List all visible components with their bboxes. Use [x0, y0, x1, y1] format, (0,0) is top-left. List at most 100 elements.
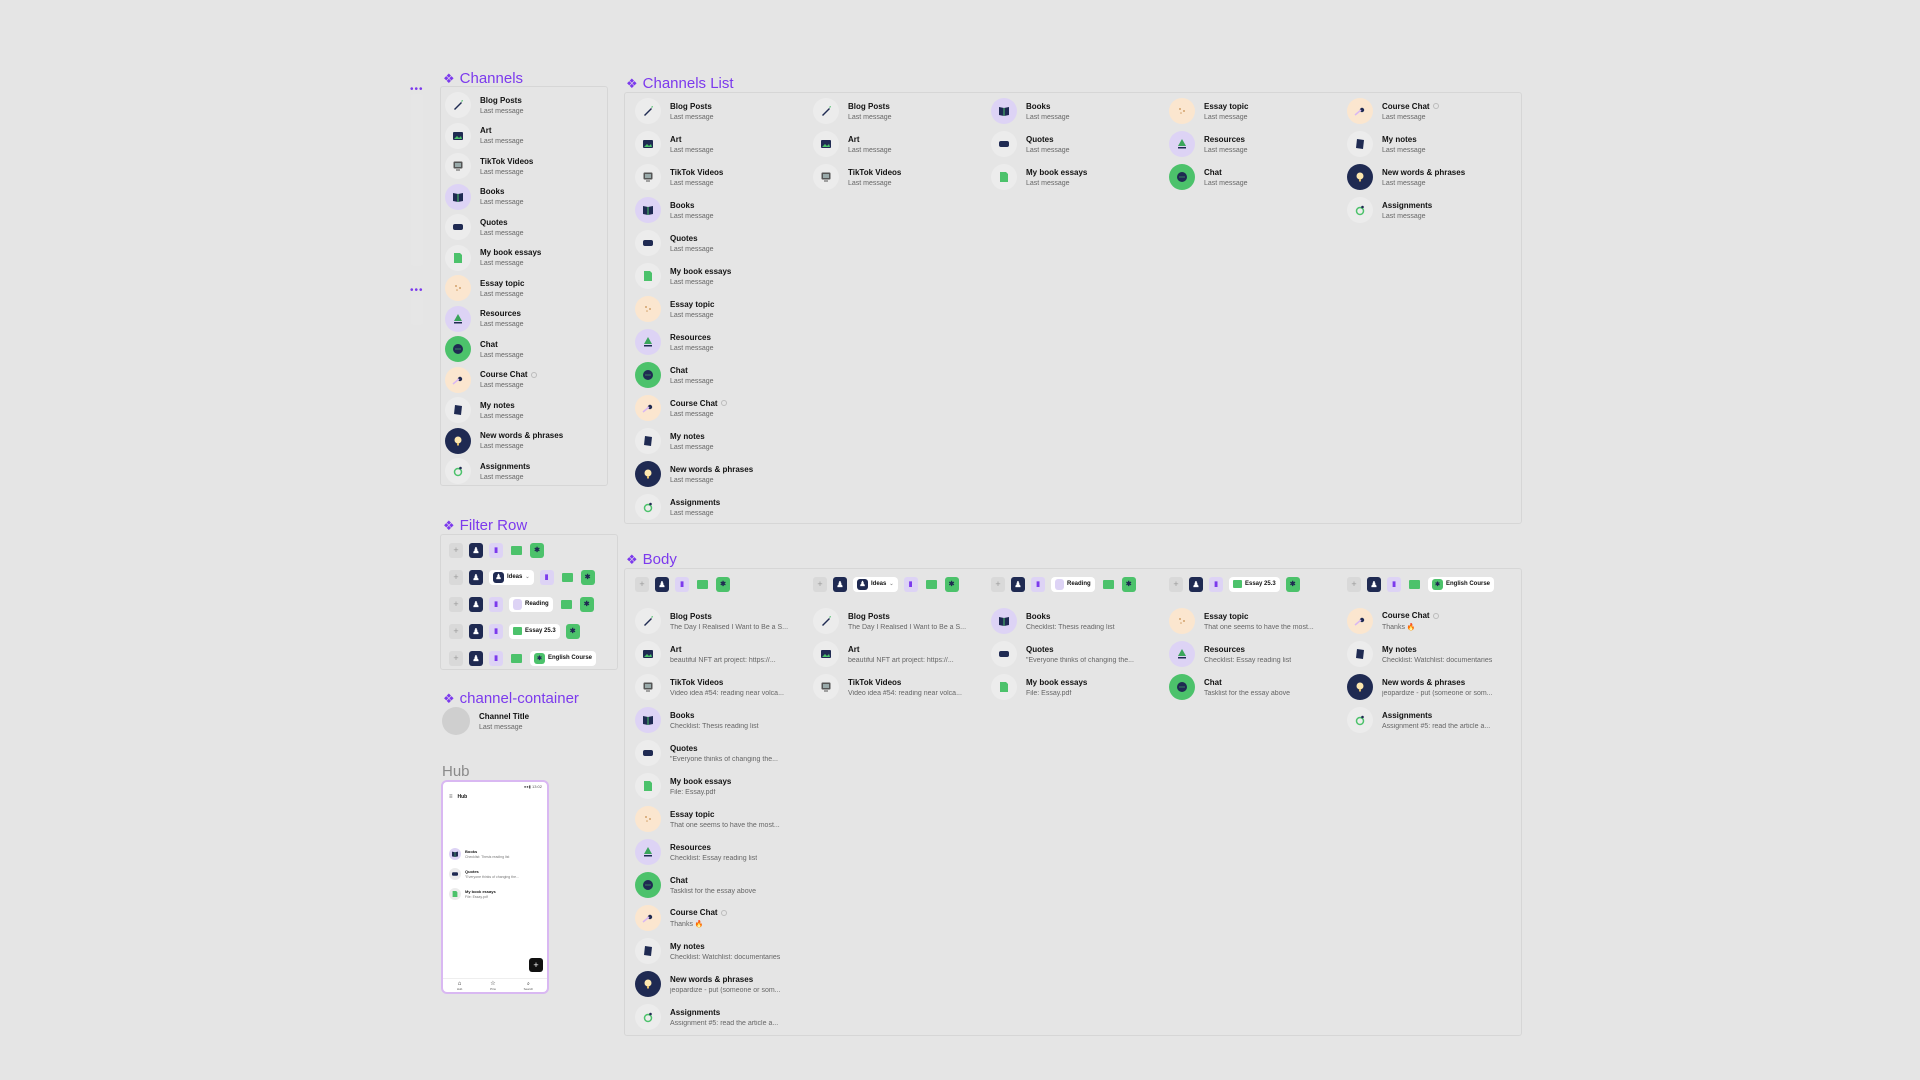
filter-green-chip[interactable]: ✱	[1121, 576, 1136, 592]
list-col4-row-10[interactable]: My notes Last message	[1347, 129, 1426, 159]
body-col0-row-3[interactable]: Books Checklist: Thesis reading list	[635, 705, 759, 735]
body-col0-row-7[interactable]: Resources Checklist: Essay reading list	[635, 837, 757, 867]
filter-lavender-chip[interactable]: ▮	[675, 576, 689, 592]
list-col0-row-1[interactable]: Art Last message	[635, 129, 714, 159]
channels-row-4[interactable]: Quotes Last message	[445, 212, 524, 242]
body-col0-row-12[interactable]: Assignments Assignment #5: read the arti…	[635, 1002, 778, 1032]
add-filter-button[interactable]: +	[813, 576, 827, 592]
filter-doc-chip[interactable]	[1407, 577, 1422, 592]
body-col0-row-10[interactable]: My notes Checklist: Watchlist: documenta…	[635, 936, 780, 966]
hub-list-item[interactable]: My book essays File: Essay.pdf	[449, 888, 496, 900]
list-col4-row-11[interactable]: New words & phrases Last message	[1347, 162, 1465, 192]
list-col2-row-5[interactable]: My book essays Last message	[991, 162, 1087, 192]
channels-row-3[interactable]: Books Last message	[445, 182, 524, 212]
filter-green-chip[interactable]: ✱	[1285, 576, 1300, 592]
filter-doc-chip[interactable]	[695, 577, 710, 592]
list-col0-row-0[interactable]: Blog Posts Last message	[635, 96, 714, 126]
list-col3-row-6[interactable]: Essay topic Last message	[1169, 96, 1248, 126]
channels-row-1[interactable]: Art Last message	[445, 121, 524, 151]
body-col0-row-1[interactable]: Art beautiful NFT art project: https://.…	[635, 639, 776, 669]
channels-row-5[interactable]: My book essays Last message	[445, 243, 541, 273]
list-col1-row-2[interactable]: TikTok Videos Last message	[813, 162, 901, 192]
body-col0-row-4[interactable]: Quotes "Everyone thinks of changing the.…	[635, 738, 778, 768]
body-col0-row-9[interactable]: Course Chat Thanks 🔥	[635, 903, 727, 933]
filter-lavender-chip[interactable]: ▮	[539, 569, 554, 585]
list-col0-row-3[interactable]: Books Last message	[635, 195, 714, 225]
filter-lavender-chip[interactable]: ▮	[1031, 576, 1045, 592]
filter-lavender-chip[interactable]: ▮	[489, 542, 503, 558]
list-col0-row-9[interactable]: Course Chat Last message	[635, 393, 727, 423]
filter-person-chip[interactable]: ♟	[469, 542, 483, 558]
list-col0-row-7[interactable]: Resources Last message	[635, 327, 714, 357]
body-col4-row-12[interactable]: Assignments Assignment #5: read the arti…	[1347, 705, 1490, 735]
list-col4-row-12[interactable]: Assignments Last message	[1347, 195, 1432, 225]
list-col0-row-5[interactable]: My book essays Last message	[635, 261, 731, 291]
list-col0-row-4[interactable]: Quotes Last message	[635, 228, 714, 258]
hub-list-item[interactable]: Books Checklist: Thesis reading list	[449, 848, 509, 860]
filter-green-chip[interactable]: ✱	[565, 623, 580, 639]
filter-doc-chip[interactable]	[1101, 577, 1116, 592]
filter-green-chip[interactable]: ✱	[716, 576, 730, 592]
filter-doc-chip[interactable]	[924, 577, 939, 592]
body-col0-row-8[interactable]: Chat Tasklist for the essay above	[635, 870, 756, 900]
filter-ideas-chip[interactable]: ♟ Ideas ⌄	[853, 576, 898, 592]
nav-hub[interactable]: ⌂ Hub	[457, 981, 463, 991]
list-col0-row-10[interactable]: My notes Last message	[635, 426, 714, 456]
add-filter-button[interactable]: +	[1347, 576, 1361, 592]
add-filter-button[interactable]: +	[635, 576, 649, 592]
filter-english-chip[interactable]: ✱ English Course	[1428, 576, 1495, 592]
filter-reading-chip[interactable]: Reading	[509, 596, 553, 612]
body-col0-row-0[interactable]: Blog Posts The Day I Realised I Want to …	[635, 606, 788, 636]
filter-lavender-chip[interactable]: ▮	[1387, 576, 1401, 592]
channels-row-2[interactable]: TikTok Videos Last message	[445, 151, 533, 181]
add-filter-button[interactable]: +	[449, 623, 463, 639]
filter-ideas-chip[interactable]: ♟ Ideas ⌄	[489, 569, 534, 585]
filter-person-chip[interactable]: ♟	[469, 569, 483, 585]
filter-green-chip[interactable]: ✱	[530, 542, 544, 558]
body-col0-row-5[interactable]: My book essays File: Essay.pdf	[635, 771, 731, 801]
filter-doc-chip[interactable]	[509, 543, 524, 558]
list-col2-row-3[interactable]: Books Last message	[991, 96, 1070, 126]
filter-person-chip[interactable]: ♟	[1011, 576, 1025, 592]
body-col1-row-1[interactable]: Art beautiful NFT art project: https://.…	[813, 639, 954, 669]
body-col1-row-2[interactable]: TikTok Videos Video idea #54: reading ne…	[813, 672, 962, 702]
body-col3-row-6[interactable]: Essay topic That one seems to have the m…	[1169, 606, 1314, 636]
filter-lavender-chip[interactable]: ▮	[903, 576, 918, 592]
list-col0-row-12[interactable]: Assignments Last message	[635, 492, 720, 522]
filter-person-chip[interactable]: ♟	[469, 596, 483, 612]
body-col0-row-2[interactable]: TikTok Videos Video idea #54: reading ne…	[635, 672, 784, 702]
channels-row-8[interactable]: Chat Last message	[445, 334, 524, 364]
filter-essay-chip[interactable]: Essay 25.3	[509, 623, 560, 639]
body-col4-row-11[interactable]: New words & phrases jeopardize - put (so…	[1347, 672, 1493, 702]
filter-essay-chip[interactable]: Essay 25.3	[1229, 576, 1280, 592]
list-col0-row-8[interactable]: Chat Last message	[635, 360, 714, 390]
list-col1-row-0[interactable]: Blog Posts Last message	[813, 96, 892, 126]
body-col0-row-6[interactable]: Essay topic That one seems to have the m…	[635, 804, 780, 834]
nav-pins[interactable]: ☆ Pins	[490, 981, 496, 991]
filter-english-chip[interactable]: ✱ English Course	[530, 650, 597, 666]
channels-row-10[interactable]: My notes Last message	[445, 395, 524, 425]
filter-person-chip[interactable]: ♟	[469, 623, 483, 639]
add-filter-button[interactable]: +	[449, 569, 463, 585]
list-col0-row-6[interactable]: Essay topic Last message	[635, 294, 714, 324]
filter-person-chip[interactable]: ♟	[1189, 576, 1203, 592]
filter-person-chip[interactable]: ♟	[469, 650, 483, 666]
filter-green-chip[interactable]: ✱	[944, 576, 959, 592]
list-col2-row-4[interactable]: Quotes Last message	[991, 129, 1070, 159]
list-col3-row-8[interactable]: Chat Last message	[1169, 162, 1248, 192]
channels-row-0[interactable]: Blog Posts Last message	[445, 90, 524, 120]
filter-green-chip[interactable]: ✱	[580, 569, 595, 585]
list-col0-row-11[interactable]: New words & phrases Last message	[635, 459, 753, 489]
channels-row-6[interactable]: Essay topic Last message	[445, 273, 524, 303]
nav-search[interactable]: ⌕ Search	[524, 981, 534, 991]
body-col2-row-3[interactable]: Books Checklist: Thesis reading list	[991, 606, 1115, 636]
add-filter-button[interactable]: +	[449, 596, 463, 612]
hub-fab-button[interactable]: +	[529, 958, 543, 972]
add-filter-button[interactable]: +	[449, 542, 463, 558]
filter-person-chip[interactable]: ♟	[1367, 576, 1381, 592]
filter-doc-chip[interactable]	[560, 570, 575, 585]
list-col1-row-1[interactable]: Art Last message	[813, 129, 892, 159]
filter-doc-chip[interactable]	[509, 651, 524, 666]
filter-doc-chip[interactable]	[559, 597, 574, 612]
menu-icon[interactable]: ≡	[449, 794, 453, 800]
